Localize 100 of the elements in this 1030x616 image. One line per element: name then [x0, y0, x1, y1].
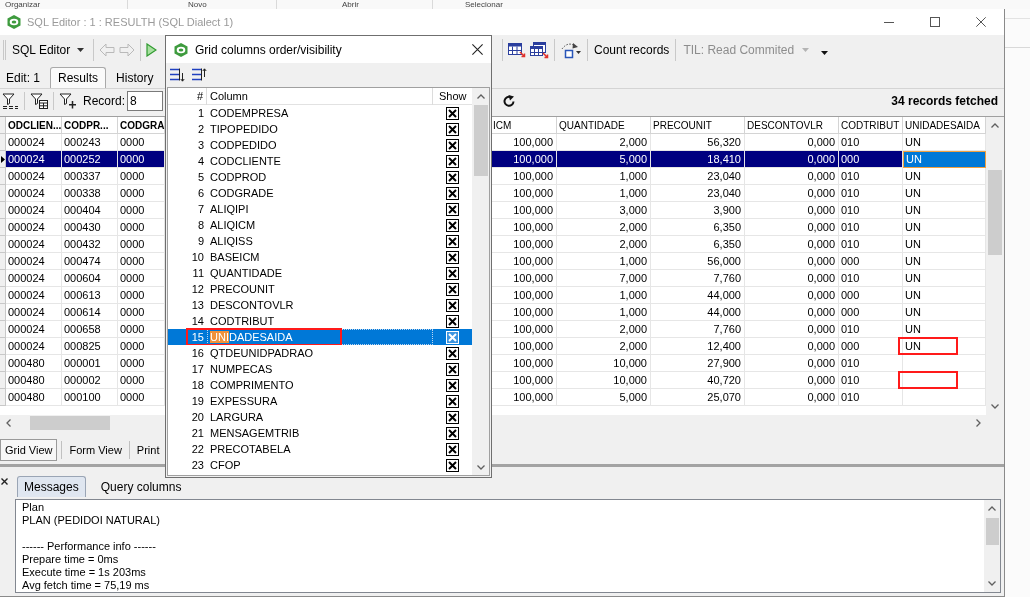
column-header[interactable]: Show: [439, 88, 467, 105]
column-name[interactable]: CODPEDIDO: [210, 138, 277, 152]
column-name[interactable]: PRECOUNIT: [210, 282, 275, 296]
column-name[interactable]: BASEICM: [210, 250, 260, 264]
chevron-down-icon[interactable]: [990, 404, 999, 409]
tab[interactable]: Messages: [17, 476, 86, 497]
checkbox[interactable]: [446, 138, 459, 152]
column-name[interactable]: DESCONTOVLR: [210, 298, 294, 312]
checkbox[interactable]: [446, 106, 459, 120]
funnel-lines-icon[interactable]: [2, 93, 19, 109]
chevron-down-icon[interactable]: [988, 581, 996, 586]
caret-icon[interactable]: [821, 51, 829, 55]
checkbox[interactable]: [446, 426, 459, 440]
checkbox[interactable]: [446, 298, 459, 312]
checkbox[interactable]: [446, 218, 459, 232]
checkbox[interactable]: [446, 250, 459, 264]
column-header[interactable]: CODTRIBUT: [839, 117, 903, 134]
column-name[interactable]: QUANTIDADE: [210, 266, 283, 280]
scrollbar-thumb[interactable]: [987, 170, 1002, 255]
column-name[interactable]: CODPROD: [210, 170, 267, 184]
column-header[interactable]: DESCONTOVLR: [745, 117, 839, 134]
tab[interactable]: Query columns: [93, 476, 189, 497]
scrollbar-thumb[interactable]: [30, 416, 110, 430]
column-name[interactable]: QTDEUNIDPADRAO: [210, 346, 314, 360]
chevron-up-icon[interactable]: [988, 506, 996, 511]
close-icon[interactable]: [1, 478, 8, 485]
column-header[interactable]: QUANTIDADE: [557, 117, 651, 134]
maximize-icon[interactable]: [930, 17, 940, 27]
tables-arrow-icon[interactable]: [530, 41, 549, 59]
column-header[interactable]: ICM: [491, 117, 557, 134]
column-name[interactable]: CODEMPRESA: [210, 106, 289, 120]
editor-menu-button[interactable]: SQL Editor: [8, 38, 89, 62]
checkbox[interactable]: [446, 314, 459, 328]
column-header[interactable]: ODCLIEN...: [6, 117, 62, 134]
checkbox[interactable]: [446, 122, 459, 136]
checkbox[interactable]: [446, 266, 459, 280]
column-name[interactable]: TIPOPEDIDO: [210, 122, 278, 136]
view-tab[interactable]: Print: [133, 439, 163, 461]
checkbox[interactable]: [446, 410, 459, 424]
checkbox[interactable]: [446, 458, 459, 472]
column-name[interactable]: CODGRADE: [210, 186, 274, 200]
ribbon-button[interactable]: Abrir: [342, 0, 432, 9]
lines-arrow-up-icon[interactable]: [191, 68, 207, 82]
play-icon[interactable]: [146, 43, 158, 57]
column-header[interactable]: Column: [210, 88, 248, 105]
column-header[interactable]: CODGRA: [118, 117, 165, 134]
tab[interactable]: Results: [50, 67, 107, 88]
tab[interactable]: History: [111, 67, 159, 88]
count-records-button[interactable]: Count records: [593, 38, 671, 62]
minimize-icon[interactable]: [884, 21, 894, 23]
chevron-right-icon[interactable]: [975, 419, 981, 427]
lines-arrow-down-icon[interactable]: [169, 68, 185, 82]
records-status: 34 records fetched: [891, 93, 999, 110]
checkbox[interactable]: [446, 282, 459, 296]
funnel-plus-icon[interactable]: [59, 93, 77, 109]
ribbon-button[interactable]: Selecionar: [465, 0, 553, 9]
ribbon-button[interactable]: Novo: [188, 0, 276, 9]
checkbox[interactable]: [446, 346, 459, 360]
checkbox[interactable]: [446, 234, 459, 248]
column-header[interactable]: #: [196, 88, 203, 105]
close-icon[interactable]: [976, 17, 986, 27]
funnel-table-icon[interactable]: [30, 93, 48, 109]
checkbox[interactable]: [446, 394, 459, 408]
column-header[interactable]: UNIDADESAIDA: [903, 117, 986, 134]
chevron-up-icon[interactable]: [990, 123, 999, 128]
refresh-icon[interactable]: [503, 95, 515, 107]
chevron-up-icon[interactable]: [476, 94, 485, 99]
column-header[interactable]: CODPR...: [62, 117, 118, 134]
column-name[interactable]: CFOP: [210, 458, 241, 472]
column-name[interactable]: COMPRIMENTO: [210, 378, 294, 392]
checkbox[interactable]: [446, 362, 459, 376]
column-header[interactable]: PRECOUNIT: [651, 117, 745, 134]
table-arrow-icon[interactable]: [508, 42, 526, 58]
column-name[interactable]: ALIQISS: [210, 234, 253, 248]
column-name[interactable]: CODCLIENTE: [210, 154, 281, 168]
column-name[interactable]: ALIQIPI: [210, 202, 249, 216]
checkbox[interactable]: [446, 186, 459, 200]
close-icon[interactable]: [472, 44, 483, 55]
checkbox[interactable]: [446, 154, 459, 168]
record-field[interactable]: 8: [127, 91, 164, 111]
scrollbar-thumb[interactable]: [473, 105, 488, 176]
checkbox[interactable]: [446, 170, 459, 184]
tab[interactable]: Edit: 1: [1, 67, 46, 88]
column-name[interactable]: MENSAGEMTRIB: [210, 426, 300, 440]
column-name[interactable]: EXPESSURA: [210, 394, 278, 408]
checkbox[interactable]: [446, 442, 459, 456]
checkbox[interactable]: [446, 378, 459, 392]
checkbox[interactable]: [446, 202, 459, 216]
view-tab[interactable]: Form View: [66, 439, 125, 461]
ribbon-button[interactable]: Organizar: [5, 0, 127, 9]
column-name[interactable]: NUMPECAS: [210, 362, 273, 376]
column-name[interactable]: CODTRIBUT: [210, 314, 275, 328]
dotted-arrow-square-icon[interactable]: [560, 41, 582, 59]
scrollbar-thumb[interactable]: [985, 518, 999, 545]
column-name[interactable]: PRECOTABELA: [210, 442, 291, 456]
chevron-left-icon[interactable]: [5, 419, 11, 427]
chevron-down-icon[interactable]: [476, 464, 485, 470]
column-name[interactable]: LARGURA: [210, 410, 264, 424]
column-name[interactable]: ALIQICM: [210, 218, 256, 232]
view-tab[interactable]: Grid View: [0, 439, 58, 461]
